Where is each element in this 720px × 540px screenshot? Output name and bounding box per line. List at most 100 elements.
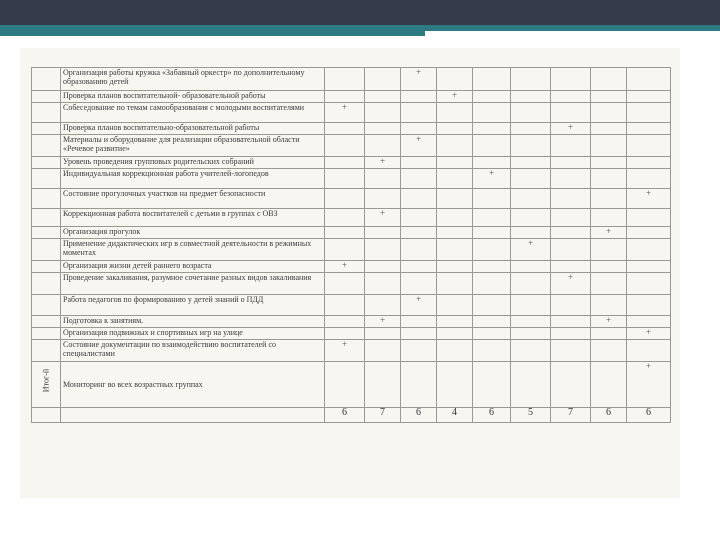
mark-cell: + — [324, 102, 365, 123]
mark-cell — [550, 188, 591, 209]
mark-cell — [590, 67, 627, 91]
mark-cell — [626, 260, 671, 273]
mark-cell — [590, 238, 627, 261]
mark-cell — [626, 168, 671, 189]
mark-cell — [590, 272, 627, 295]
mark-cell — [436, 272, 473, 295]
mark-cell: + — [324, 339, 365, 362]
table-row: Проведение закаливания, разумное сочетан… — [31, 272, 671, 295]
mark-cell — [436, 134, 473, 157]
mark-cell — [510, 67, 551, 91]
mark-cell — [590, 327, 627, 340]
task-cell: Материалы и оборудование для реализации … — [60, 134, 325, 157]
mark-cell: + — [590, 226, 627, 239]
task-cell: Организация жизни детей раннего возраста — [60, 260, 325, 273]
total-cell: 7 — [364, 407, 401, 423]
mark-cell — [436, 208, 473, 227]
mark-cell — [590, 339, 627, 362]
mark-cell — [472, 188, 511, 209]
mark-cell — [626, 294, 671, 316]
row-side-cell — [31, 156, 61, 169]
table-row: Организация работы кружка «Забавный орке… — [31, 67, 671, 91]
slide-accent-stripe-short — [0, 31, 425, 36]
mark-cell: + — [472, 168, 511, 189]
mark-cell — [436, 327, 473, 340]
row-side-cell — [31, 122, 61, 135]
mark-cell — [550, 67, 591, 91]
mark-cell — [626, 102, 671, 123]
mark-cell — [324, 361, 365, 408]
total-cell: 5 — [510, 407, 551, 423]
task-cell: Проведение закаливания, разумное сочетан… — [60, 272, 325, 295]
mark-cell — [472, 238, 511, 261]
mark-cell — [436, 156, 473, 169]
mark-cell — [510, 134, 551, 157]
mark-cell — [324, 226, 365, 239]
task-cell: Проверка планов воспитательно-образовате… — [60, 122, 325, 135]
mark-cell — [590, 361, 627, 408]
mark-cell — [364, 90, 401, 103]
mark-cell — [550, 294, 591, 316]
task-cell: Индивидуальная коррекционная работа учит… — [60, 168, 325, 189]
mark-cell — [472, 294, 511, 316]
mark-cell — [472, 272, 511, 295]
table-row: Материалы и оборудование для реализации … — [31, 134, 671, 157]
mark-cell — [364, 102, 401, 123]
table-row: Организация подвижных и спортивных игр н… — [31, 327, 671, 340]
totals-side-cell — [31, 407, 61, 423]
task-cell: Мониторинг во всех возрастных группах — [60, 361, 325, 408]
mark-cell — [364, 339, 401, 362]
slide-accent-gap — [425, 31, 720, 36]
mark-cell — [472, 208, 511, 227]
mark-cell — [590, 134, 627, 157]
mark-cell — [510, 208, 551, 227]
task-cell: Уровень проведения групповых родительски… — [60, 156, 325, 169]
mark-cell — [550, 90, 591, 103]
table-row: Работа педагогов по формированию у детей… — [31, 294, 671, 316]
mark-cell — [472, 122, 511, 135]
mark-cell — [510, 90, 551, 103]
mark-cell — [550, 238, 591, 261]
mark-cell — [364, 67, 401, 91]
task-cell: Состояние документации по взаимодействию… — [60, 339, 325, 362]
mark-cell — [472, 361, 511, 408]
total-cell: 6 — [324, 407, 365, 423]
mark-cell — [472, 339, 511, 362]
row-side-cell — [31, 67, 61, 91]
mark-cell — [510, 102, 551, 123]
task-cell: Работа педагогов по формированию у детей… — [60, 294, 325, 316]
mark-cell — [590, 122, 627, 135]
mark-cell — [324, 208, 365, 227]
mark-cell: + — [626, 327, 671, 340]
mark-cell — [626, 226, 671, 239]
mark-cell — [510, 294, 551, 316]
mark-cell — [364, 122, 401, 135]
table-row: Индивидуальная коррекционная работа учит… — [31, 168, 671, 189]
mark-cell — [436, 102, 473, 123]
mark-cell — [626, 90, 671, 103]
mark-cell — [472, 226, 511, 239]
mark-cell — [550, 226, 591, 239]
row-side-cell — [31, 294, 61, 316]
mark-cell — [472, 315, 511, 328]
task-cell: Коррекционная работа воспитателей с деть… — [60, 208, 325, 227]
total-cell: 6 — [472, 407, 511, 423]
mark-cell — [400, 339, 437, 362]
mark-cell — [364, 226, 401, 239]
mark-cell — [550, 327, 591, 340]
mark-cell — [324, 122, 365, 135]
mark-cell — [472, 67, 511, 91]
mark-cell — [626, 238, 671, 261]
mark-cell — [550, 208, 591, 227]
mark-cell — [400, 272, 437, 295]
task-cell: Состояние прогулочных участков на предме… — [60, 188, 325, 209]
mark-cell: + — [510, 238, 551, 261]
row-side-cell — [31, 102, 61, 123]
mark-cell: + — [400, 67, 437, 91]
table-row: Проверка планов воспитательно-образовате… — [31, 122, 671, 135]
mark-cell — [400, 168, 437, 189]
mark-cell: + — [550, 122, 591, 135]
mark-cell — [510, 122, 551, 135]
row-side-cell — [31, 90, 61, 103]
row-side-cell — [31, 315, 61, 328]
